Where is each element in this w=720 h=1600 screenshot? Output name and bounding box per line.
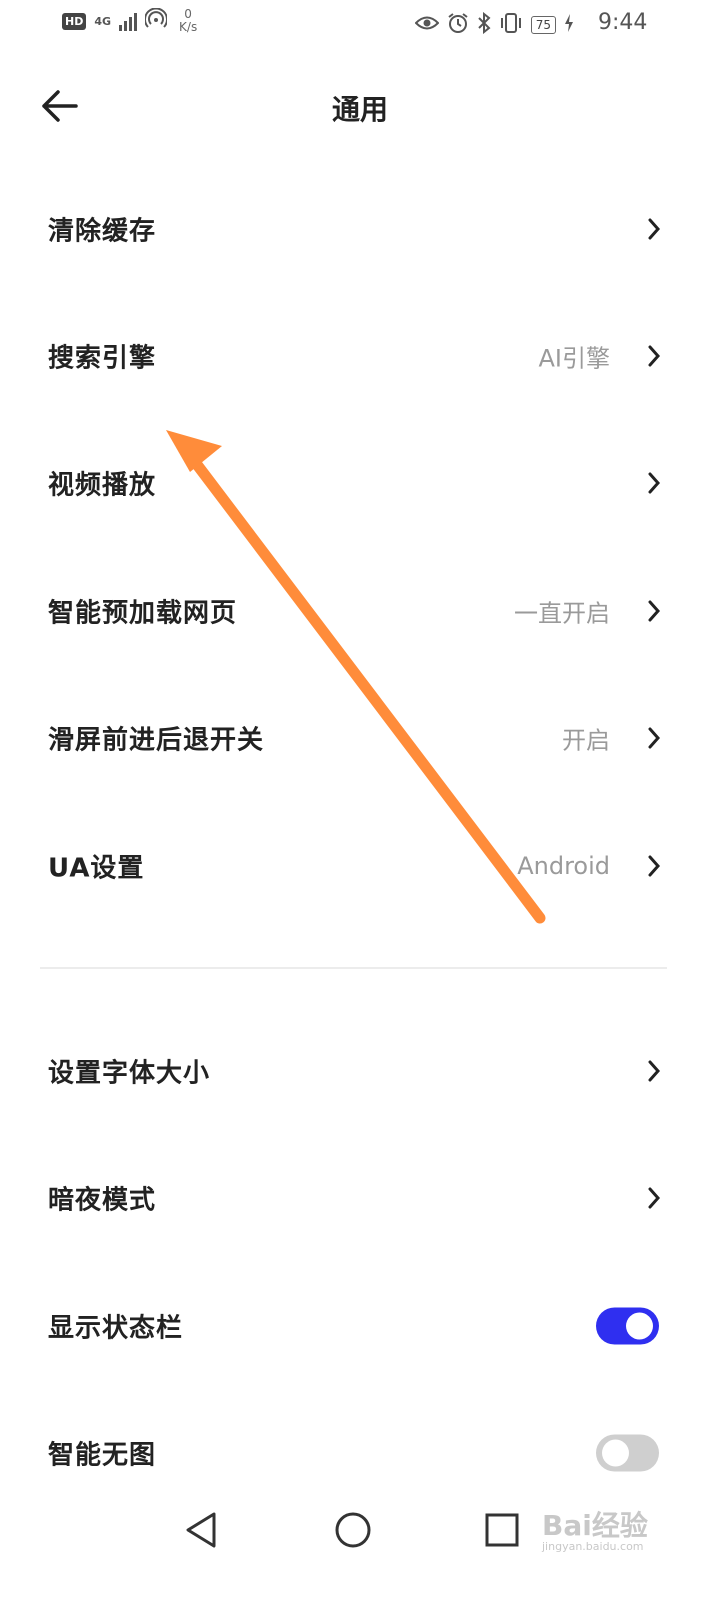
network-type-label: 4G [94,14,112,28]
triangle-back-icon [186,1512,216,1548]
setting-swipe-navigation[interactable]: 滑屏前进后退开关 开启 [0,690,720,786]
clock: 9:44 [598,10,648,35]
hd-badge: HD [62,12,87,30]
chevron-right-icon [648,1060,661,1082]
setting-label: UA设置 [48,853,145,884]
charging-icon [564,14,574,36]
status-bar: HD 4G 0 K/s 75 9:44 [0,0,720,50]
smart-no-image-toggle[interactable] [596,1434,659,1472]
circle-home-icon [335,1512,371,1548]
setting-font-size[interactable]: 设置字体大小 [0,1023,720,1119]
show-status-bar-toggle[interactable] [596,1307,659,1345]
chevron-right-icon [648,345,661,367]
setting-ua[interactable]: UA设置 Android [0,818,720,914]
toggle-knob [626,1312,653,1340]
bluetooth-icon [477,11,491,38]
vibrate-icon [499,12,523,38]
nav-recents-button[interactable] [480,1508,524,1552]
chevron-right-icon [648,855,661,877]
app-bar: 通用 [0,70,720,142]
setting-label: 清除缓存 [48,216,157,247]
setting-show-status-bar: 显示状态栏 [0,1278,720,1374]
setting-value: AI引擎 [538,344,611,373]
toggle-knob [602,1439,629,1467]
chevron-right-icon [648,600,661,622]
setting-label: 搜索引擎 [48,343,157,374]
setting-label: 暗夜模式 [48,1185,157,1216]
setting-video-playback[interactable]: 视频播放 [0,435,720,531]
chevron-right-icon [648,218,661,240]
setting-search-engine[interactable]: 搜索引擎 AI引擎 [0,308,720,404]
section-divider [40,967,667,969]
signal-icon [119,11,138,31]
setting-clear-cache[interactable]: 清除缓存 [0,181,720,277]
watermark-brand: Bai经验 [542,1509,648,1542]
square-recents-icon [485,1513,519,1547]
setting-label: 滑屏前进后退开关 [48,725,265,756]
setting-label: 智能预加载网页 [48,598,238,629]
chevron-right-icon [648,472,661,494]
setting-label: 设置字体大小 [48,1058,211,1089]
setting-value: 一直开启 [514,599,610,628]
setting-value: Android [517,852,610,880]
setting-night-mode[interactable]: 暗夜模式 [0,1150,720,1246]
net-speed: 0 K/s [179,7,198,34]
chevron-right-icon [648,1187,661,1209]
setting-label: 智能无图 [48,1440,157,1471]
baidu-jingyan-watermark: Bai经验 jingyan.baidu.com [540,1490,700,1570]
eye-icon [414,14,440,36]
setting-smart-no-image: 智能无图 [0,1405,720,1501]
page-title: 通用 [331,93,388,126]
nav-home-button[interactable] [331,1508,375,1552]
setting-value: 开启 [562,726,610,755]
nav-back-button[interactable] [180,1508,224,1552]
setting-smart-preload[interactable]: 智能预加载网页 一直开启 [0,563,720,659]
chevron-right-icon [648,727,661,749]
setting-label: 显示状态栏 [48,1313,184,1344]
setting-label: 视频播放 [48,470,157,501]
battery-icon: 75 [530,16,556,34]
watermark-url: jingyan.baidu.com [542,1540,644,1553]
hotspot-icon [144,7,169,34]
alarm-icon [447,12,469,38]
